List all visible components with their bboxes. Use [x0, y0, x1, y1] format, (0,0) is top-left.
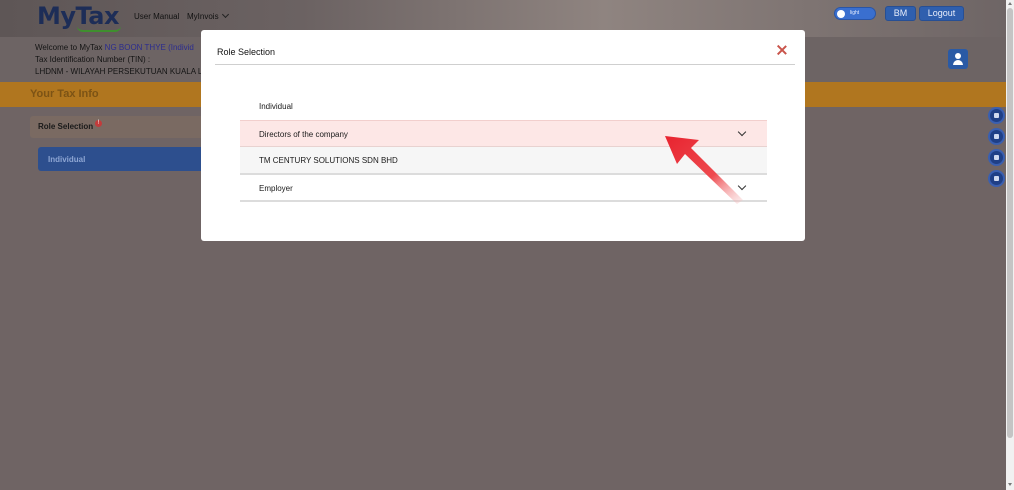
chevron-down-icon[interactable]	[737, 127, 747, 137]
role-row-label: Directors of the company	[259, 130, 348, 139]
theme-toggle[interactable]: light	[834, 7, 876, 20]
nav-myinvois-label: MyInvois	[187, 12, 219, 21]
role-row-individual[interactable]: Individual	[240, 93, 767, 120]
logout-button[interactable]: Logout	[919, 6, 964, 21]
role-row-employer[interactable]: Employer	[240, 173, 767, 202]
scroll-thumb[interactable]	[1007, 8, 1013, 438]
nav-user-manual[interactable]: User Manual	[134, 12, 179, 21]
role-row-label: Individual	[259, 102, 293, 111]
role-row-company[interactable]: TM CENTURY SOLUTIONS SDN BHD	[240, 147, 767, 174]
individual-role-label: Individual	[48, 155, 86, 164]
role-row-label: Employer	[259, 184, 293, 193]
close-icon[interactable]	[777, 45, 787, 55]
user-name: NG BOON THYE (Individ	[104, 43, 194, 52]
mytax-logo[interactable]: MyTax	[37, 2, 121, 32]
modal-divider	[215, 64, 795, 65]
welcome-line: Welcome to MyTax NG BOON THYE (Individ	[35, 43, 194, 52]
page-scrollbar[interactable]	[1006, 0, 1014, 490]
graduation-cap-icon[interactable]	[988, 170, 1005, 187]
role-selection-box: Role Selection !	[30, 116, 210, 138]
logo-swoosh-icon	[77, 26, 121, 32]
section-title: Your Tax Info	[30, 88, 99, 100]
home-icon[interactable]	[988, 107, 1005, 124]
announcement-icon[interactable]	[988, 128, 1005, 145]
toggle-knob	[837, 10, 845, 18]
language-button[interactable]: BM	[885, 6, 916, 21]
modal-title: Role Selection	[217, 47, 276, 57]
scroll-up-icon[interactable]	[1008, 2, 1012, 5]
role-row-label: TM CENTURY SOLUTIONS SDN BHD	[259, 156, 398, 165]
tin-label: Tax Identification Number (TIN) :	[35, 55, 151, 64]
info-icon[interactable]: !	[95, 120, 102, 127]
individual-role-button[interactable]: Individual	[38, 147, 210, 171]
role-row-directors[interactable]: Directors of the company	[240, 120, 767, 147]
book-icon[interactable]	[988, 149, 1005, 166]
chevron-down-icon	[221, 10, 229, 19]
welcome-greeting: Welcome to MyTax	[35, 43, 103, 52]
profile-button[interactable]	[948, 49, 968, 69]
toggle-label: light	[850, 10, 860, 16]
user-icon	[955, 53, 961, 59]
role-selection-label: Role Selection	[38, 122, 94, 131]
nav-myinvois[interactable]: MyInvois	[187, 10, 229, 21]
chevron-down-icon[interactable]	[737, 181, 747, 191]
user-icon-body	[953, 60, 963, 65]
tax-office: LHDNM - WILAYAH PERSEKUTUAN KUALA LU	[35, 67, 209, 76]
scroll-down-icon[interactable]	[1008, 483, 1012, 486]
